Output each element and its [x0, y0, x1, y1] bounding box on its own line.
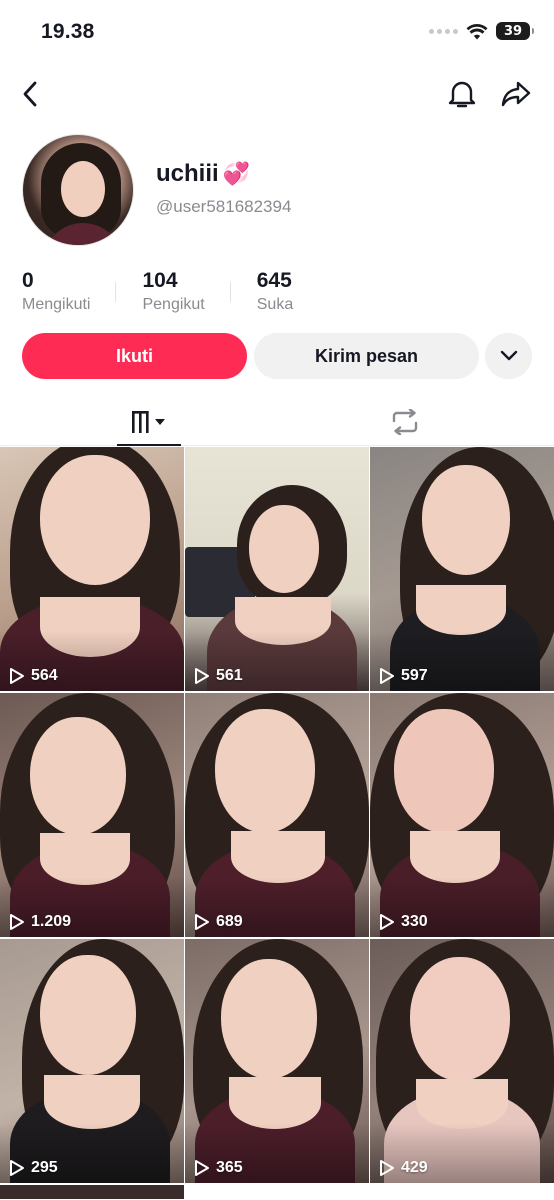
view-count-text: 689 [216, 913, 243, 930]
play-icon [380, 1160, 394, 1176]
status-bar: 19.38 39 [0, 0, 554, 66]
profile-stats: 0 Mengikuti 104 Pengikut 645 Suka [22, 268, 542, 318]
play-icon [195, 1160, 209, 1176]
chevron-down-icon [500, 350, 517, 361]
top-nav [0, 72, 554, 116]
video-thumbnail[interactable] [185, 1185, 369, 1199]
view-count: 1.209 [9, 913, 71, 931]
video-thumbnail[interactable]: 1.209 [0, 693, 184, 937]
stat-value: 104 [142, 269, 178, 292]
profile-handle: @user581682394 [156, 197, 292, 216]
chevron-left-icon [23, 81, 37, 107]
view-count: 564 [9, 667, 58, 685]
stat-followers[interactable]: 104 Pengikut [142, 268, 232, 318]
share-button[interactable] [496, 74, 536, 114]
active-tab-indicator [117, 444, 181, 446]
view-count-text: 597 [401, 667, 428, 684]
stat-value: 645 [256, 269, 292, 292]
grid-bars-icon [132, 411, 165, 433]
cellular-signal-icon [429, 28, 458, 34]
video-thumbnail[interactable]: 689 [185, 693, 369, 937]
stat-likes[interactable]: 645 Suka [257, 268, 319, 318]
more-options-button[interactable] [485, 333, 532, 379]
view-count: 295 [9, 1159, 58, 1177]
view-count-text: 561 [216, 667, 243, 684]
stat-label: Suka [256, 296, 294, 313]
status-indicators: 39 [429, 22, 534, 40]
play-icon [195, 914, 209, 930]
stat-following[interactable]: 0 Mengikuti [22, 268, 117, 318]
view-count-text: 365 [216, 1159, 243, 1176]
play-icon [195, 668, 209, 684]
play-icon [380, 914, 394, 930]
send-message-button[interactable]: Kirim pesan [254, 333, 479, 379]
view-count: 365 [194, 1159, 243, 1177]
stat-label: Mengikuti [22, 296, 91, 313]
tab-repost[interactable] [373, 398, 437, 446]
back-button[interactable] [10, 74, 50, 114]
video-thumbnail[interactable] [370, 1185, 554, 1199]
video-thumbnail[interactable]: 330 [370, 693, 554, 937]
stat-value: 0 [22, 269, 34, 292]
avatar[interactable] [22, 134, 134, 246]
share-arrow-icon [501, 81, 531, 107]
view-count: 429 [379, 1159, 428, 1177]
notifications-button[interactable] [442, 74, 482, 114]
tab-videos[interactable] [117, 398, 181, 446]
repost-icon [392, 409, 418, 435]
play-icon [380, 668, 394, 684]
play-icon [10, 1160, 24, 1176]
view-count-text: 429 [401, 1159, 428, 1176]
view-count-text: 564 [31, 667, 58, 684]
video-thumbnail[interactable]: 365 [185, 939, 369, 1183]
battery-icon: 39 [496, 22, 534, 40]
video-thumbnail[interactable]: 295 [0, 939, 184, 1183]
username-text: uchiii [156, 160, 219, 187]
follow-button[interactable]: Ikuti [22, 333, 247, 379]
bell-icon [448, 81, 476, 108]
view-count: 689 [194, 913, 243, 931]
heart-emoji: 💞 [222, 161, 251, 186]
video-thumbnail[interactable]: 597 [370, 447, 554, 691]
stat-label: Pengikut [142, 296, 205, 313]
view-count: 330 [379, 913, 428, 931]
video-grid: 564 561 597 1.209 689 330 295 365 429 [0, 447, 554, 1199]
profile-actions: Ikuti Kirim pesan [22, 333, 532, 379]
play-icon [10, 914, 24, 930]
video-thumbnail[interactable]: 429 [370, 939, 554, 1183]
profile-username: uchiii 💞 [156, 160, 250, 188]
video-thumbnail[interactable]: 564 [0, 447, 184, 691]
view-count-text: 1.209 [31, 913, 72, 930]
view-count: 561 [194, 667, 243, 685]
view-count-text: 295 [31, 1159, 58, 1176]
video-thumbnail[interactable] [0, 1185, 184, 1199]
profile-tabs [0, 398, 554, 446]
status-time: 19.38 [41, 20, 95, 43]
play-icon [10, 668, 24, 684]
view-count-text: 330 [401, 913, 428, 930]
battery-level: 39 [503, 23, 523, 39]
video-thumbnail[interactable]: 561 [185, 447, 369, 691]
wifi-icon [466, 23, 488, 39]
view-count: 597 [379, 667, 428, 685]
